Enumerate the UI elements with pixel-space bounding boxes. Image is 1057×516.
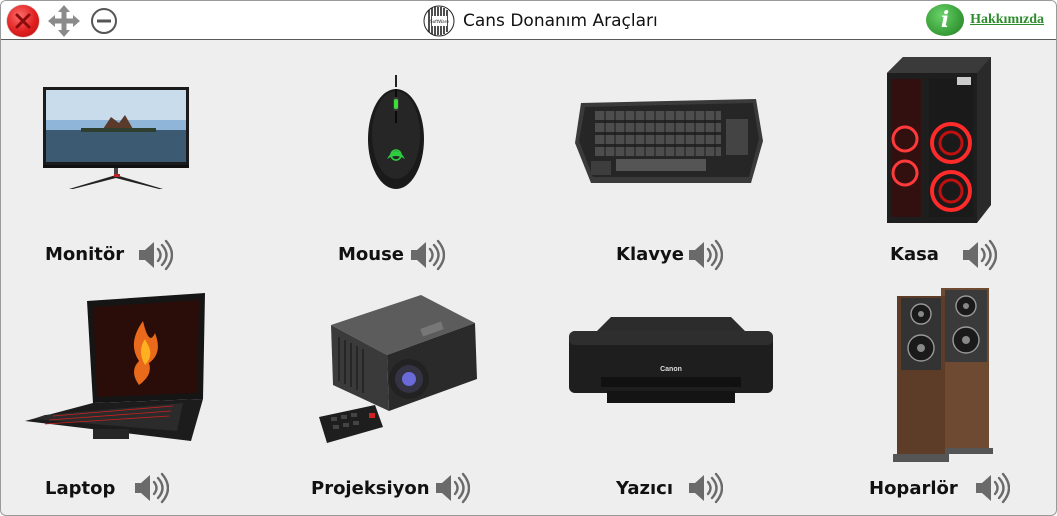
speaker-icon[interactable] [434,471,470,505]
keyboard-image[interactable] [571,91,766,195]
minimize-icon[interactable] [90,7,118,35]
speaker-icon[interactable] [974,471,1010,505]
speaker-icon[interactable] [137,238,173,272]
speaker-icon[interactable] [961,238,997,272]
item-label-speakers: Hoparlör [869,478,958,499]
item-label-mouse: Mouse [338,244,405,265]
title-group: SoftWare Cans Donanım Araçları [423,5,658,37]
item-label-printer: Yazıcı [616,478,674,499]
case-image[interactable] [881,55,993,227]
speaker-icon[interactable] [687,238,723,272]
speakers-image[interactable] [893,286,1003,464]
info-icon[interactable]: i [926,4,965,36]
item-label-keyboard: Klavye [616,244,684,265]
svg-text:SoftWare: SoftWare [430,19,449,24]
close-icon[interactable] [7,5,39,37]
projector-image[interactable] [317,293,481,449]
item-label-monitor: Monitör [45,244,125,265]
speaker-icon[interactable] [409,238,445,272]
monitor-image[interactable] [41,85,191,191]
item-label-projector: Projeksiyon [311,478,430,499]
move-icon[interactable] [48,5,80,37]
laptop-image[interactable] [23,291,207,449]
title-bar[interactable]: SoftWare Cans Donanım Araçları i Hakkımı… [1,1,1056,40]
item-label-laptop: Laptop [45,478,116,499]
window-title: Cans Donanım Araçları [463,11,658,31]
about-link[interactable]: Hakkımızda [970,12,1044,28]
item-label-case: Kasa [890,244,939,265]
about-area[interactable]: i Hakkımızda [926,3,1044,37]
speaker-icon[interactable] [133,471,169,505]
svg-text:Canon: Canon [660,366,682,373]
app-logo-icon: SoftWare [423,5,455,37]
mouse-image[interactable] [363,73,429,191]
app-window: SoftWare Cans Donanım Araçları i Hakkımı… [0,0,1057,516]
printer-image[interactable]: Canon [567,315,775,405]
speaker-icon[interactable] [687,471,723,505]
